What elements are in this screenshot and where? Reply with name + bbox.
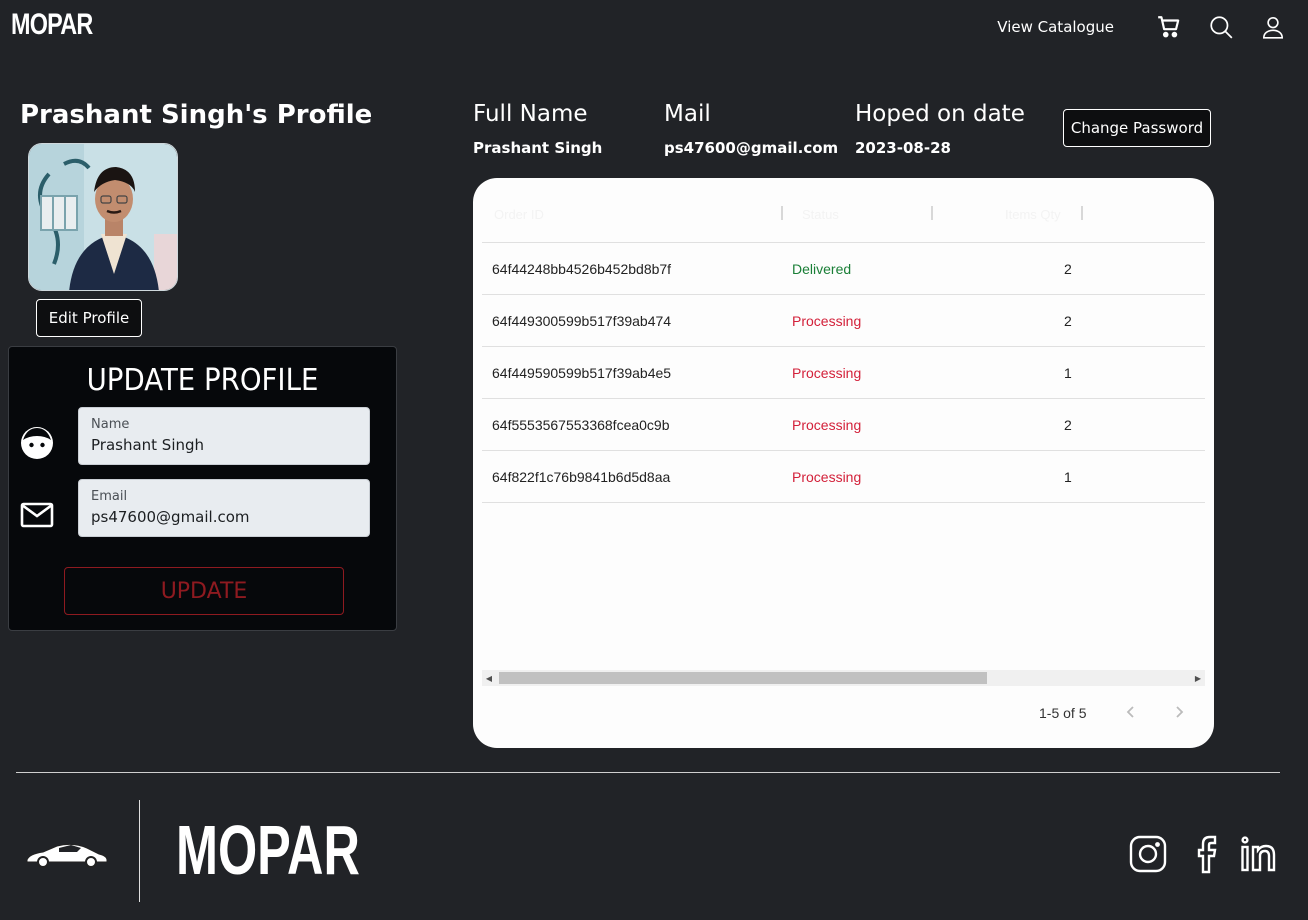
name-field[interactable]: Name Prashant Singh	[78, 407, 370, 465]
column-separator[interactable]	[781, 206, 783, 220]
table-header: Order ID Status Items Qty	[482, 193, 1205, 243]
column-header-order-id[interactable]: Order ID	[494, 207, 544, 222]
status-cell: Processing	[792, 469, 862, 485]
linkedin-icon[interactable]	[1240, 834, 1278, 874]
nav-bar: View Catalogue	[997, 14, 1286, 40]
name-label: Name	[91, 417, 130, 432]
orders-table: Order ID Status Items Qty 64f44248bb4526…	[473, 178, 1214, 748]
change-password-button[interactable]: Change Password	[1063, 109, 1211, 147]
full-name-heading: Full Name	[473, 101, 588, 127]
email-label: Email	[91, 489, 128, 504]
horizontal-scrollbar[interactable]: ◀ ▶	[482, 670, 1205, 686]
search-icon[interactable]	[1208, 14, 1234, 40]
instagram-icon[interactable]	[1129, 834, 1167, 874]
facebook-icon[interactable]	[1187, 834, 1225, 874]
edit-profile-button[interactable]: Edit Profile	[36, 299, 142, 337]
order-id-cell: 64f822f1c76b9841b6d5d8aa	[492, 469, 671, 485]
table-row[interactable]: 64f5553567553368fcea0c9b Processing 2	[482, 399, 1205, 451]
qty-cell: 2	[1064, 261, 1072, 277]
full-name-block: Full Name Prashant Singh	[473, 101, 602, 157]
view-catalogue-link[interactable]: View Catalogue	[997, 18, 1114, 36]
update-profile-title: UPDATE PROFILE	[86, 363, 319, 398]
mail-icon	[19, 497, 55, 533]
qty-cell: 1	[1064, 365, 1072, 381]
qty-cell: 1	[1064, 469, 1072, 485]
mail-heading: Mail	[664, 101, 711, 127]
status-cell: Delivered	[792, 261, 852, 277]
table-row[interactable]: 64f449590599b517f39ab4e5 Processing 1	[482, 347, 1205, 399]
scroll-right-icon[interactable]: ▶	[1191, 670, 1205, 686]
mail-block: Mail ps47600@gmail.com	[664, 101, 838, 157]
update-profile-card: UPDATE PROFILE Name Prashant Singh Email…	[8, 346, 397, 631]
avatar	[28, 143, 178, 291]
table-row[interactable]: 64f44248bb4526b452bd8b7f Delivered 2	[482, 243, 1205, 295]
scroll-left-icon[interactable]: ◀	[482, 670, 496, 686]
qty-cell: 2	[1064, 417, 1072, 433]
qty-cell: 2	[1064, 313, 1072, 329]
full-name-value: Prashant Singh	[473, 139, 603, 157]
order-id-cell: 64f5553567553368fcea0c9b	[492, 417, 670, 433]
order-id-cell: 64f449300599b517f39ab474	[492, 313, 672, 329]
column-header-status[interactable]: Status	[802, 207, 839, 222]
email-input[interactable]: ps47600@gmail.com	[91, 508, 250, 526]
status-cell: Processing	[792, 417, 862, 433]
profile-title: Prashant Singh's Profile	[20, 100, 373, 130]
joined-date-heading: Hoped on date	[855, 101, 1025, 127]
footer-logo: MOPAR	[176, 811, 360, 889]
scrollbar-thumb[interactable]	[499, 672, 987, 684]
table-row[interactable]: 64f822f1c76b9841b6d5d8aa Processing 1	[482, 451, 1205, 503]
status-cell: Processing	[792, 313, 862, 329]
user-icon[interactable]	[1260, 14, 1286, 40]
footer-vertical-divider	[139, 800, 140, 902]
column-header-items-qty[interactable]: Items Qty	[1005, 207, 1061, 222]
order-id-cell: 64f44248bb4526b452bd8b7f	[492, 261, 672, 277]
pagination-label: 1-5 of 5	[1039, 705, 1087, 721]
cart-icon[interactable]	[1156, 14, 1182, 40]
face-icon	[19, 425, 55, 461]
car-icon	[25, 840, 109, 870]
column-separator[interactable]	[1081, 206, 1083, 220]
update-button[interactable]: UPDATE	[64, 567, 344, 615]
status-cell: Processing	[792, 365, 862, 381]
table-row[interactable]: 64f449300599b517f39ab474 Processing 2	[482, 295, 1205, 347]
chevron-left-icon[interactable]	[1119, 700, 1143, 724]
joined-date-block: Hoped on date 2023-08-28	[855, 101, 1025, 157]
email-field[interactable]: Email ps47600@gmail.com	[78, 479, 370, 537]
nav-logo[interactable]: MOPAR	[11, 10, 93, 40]
joined-date-value: 2023-08-28	[855, 139, 951, 157]
column-separator[interactable]	[931, 206, 933, 220]
name-input[interactable]: Prashant Singh	[91, 436, 204, 454]
order-id-cell: 64f449590599b517f39ab4e5	[492, 365, 672, 381]
footer-divider-line	[16, 772, 1280, 773]
chevron-right-icon[interactable]	[1167, 700, 1191, 724]
mail-value: ps47600@gmail.com	[664, 139, 839, 157]
